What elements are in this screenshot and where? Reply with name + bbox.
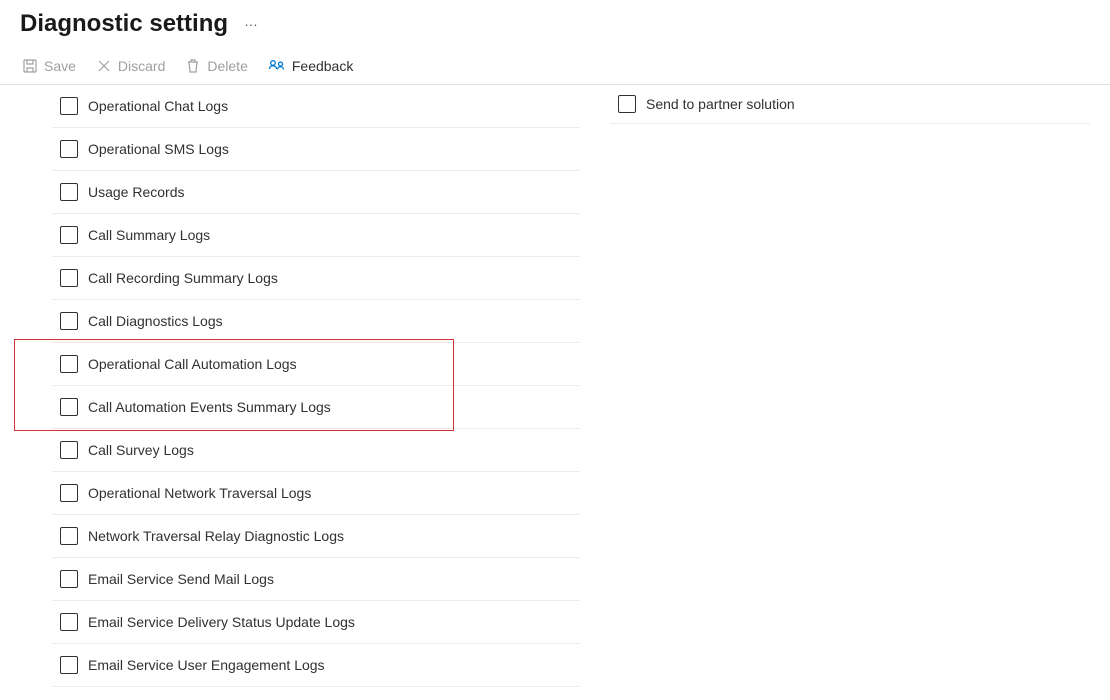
log-row: Usage Records — [52, 171, 580, 214]
destinations-list: Send to partner solution — [610, 85, 1090, 124]
feedback-icon — [268, 58, 286, 74]
page-title: Diagnostic setting — [20, 10, 228, 38]
log-row: Call Recording Summary Logs — [52, 257, 580, 300]
save-label: Save — [44, 58, 76, 74]
log-row: Network Traversal Relay Diagnostic Logs — [52, 515, 580, 558]
save-icon — [22, 58, 38, 74]
log-label: Call Summary Logs — [88, 227, 210, 243]
save-button[interactable]: Save — [20, 56, 78, 76]
log-checkbox[interactable] — [60, 355, 78, 373]
log-label: Email Service Delivery Status Update Log… — [88, 614, 355, 630]
log-checkbox[interactable] — [60, 269, 78, 287]
log-label: Call Diagnostics Logs — [88, 313, 223, 329]
log-checkbox[interactable] — [60, 613, 78, 631]
toolbar: Save Discard Delete Feedback — [0, 50, 1110, 85]
log-label: Call Survey Logs — [88, 442, 194, 458]
log-label: Operational SMS Logs — [88, 141, 229, 157]
delete-button[interactable]: Delete — [183, 56, 249, 76]
destination-row: Send to partner solution — [610, 85, 1090, 124]
log-label: Operational Chat Logs — [88, 98, 228, 114]
log-row: Email Service Delivery Status Update Log… — [52, 601, 580, 644]
log-checkbox[interactable] — [60, 441, 78, 459]
log-label: Call Automation Events Summary Logs — [88, 399, 331, 415]
log-label: Operational Network Traversal Logs — [88, 485, 311, 501]
log-row: Call Automation Events Summary Logs — [52, 386, 580, 429]
log-row: Call Survey Logs — [52, 429, 580, 472]
log-row: Email Service User Engagement Logs — [52, 644, 580, 687]
log-checkbox[interactable] — [60, 140, 78, 158]
log-row: Call Summary Logs — [52, 214, 580, 257]
log-row: Call Diagnostics Logs — [52, 300, 580, 343]
log-checkbox[interactable] — [60, 527, 78, 545]
logs-list: Operational Chat Logs Operational SMS Log… — [52, 85, 580, 687]
more-actions-icon[interactable]: … — [244, 13, 258, 29]
log-label: Email Service Send Mail Logs — [88, 571, 274, 587]
feedback-button[interactable]: Feedback — [266, 56, 355, 76]
log-checkbox[interactable] — [60, 312, 78, 330]
log-label: Operational Call Automation Logs — [88, 356, 297, 372]
logs-column: Operational Chat Logs Operational SMS Log… — [0, 85, 580, 687]
destinations-column: Send to partner solution — [580, 85, 1110, 687]
log-row: Email Service Send Mail Logs — [52, 558, 580, 601]
log-label: Call Recording Summary Logs — [88, 270, 278, 286]
delete-label: Delete — [207, 58, 247, 74]
log-checkbox[interactable] — [60, 398, 78, 416]
destination-checkbox[interactable] — [618, 95, 636, 113]
log-checkbox[interactable] — [60, 570, 78, 588]
log-checkbox[interactable] — [60, 484, 78, 502]
delete-icon — [185, 58, 201, 74]
log-row: Operational Network Traversal Logs — [52, 472, 580, 515]
page-header: Diagnostic setting … — [0, 0, 1110, 50]
discard-icon — [96, 58, 112, 74]
log-checkbox[interactable] — [60, 656, 78, 674]
discard-button[interactable]: Discard — [94, 56, 167, 76]
log-label: Network Traversal Relay Diagnostic Logs — [88, 528, 344, 544]
content: Operational Chat Logs Operational SMS Log… — [0, 85, 1110, 687]
destination-label: Send to partner solution — [646, 96, 795, 112]
feedback-label: Feedback — [292, 58, 353, 74]
log-row: Operational Call Automation Logs — [52, 343, 580, 386]
log-label: Email Service User Engagement Logs — [88, 657, 325, 673]
log-checkbox[interactable] — [60, 226, 78, 244]
log-row: Operational SMS Logs — [52, 128, 580, 171]
discard-label: Discard — [118, 58, 165, 74]
log-checkbox[interactable] — [60, 183, 78, 201]
log-checkbox[interactable] — [60, 97, 78, 115]
log-label: Usage Records — [88, 184, 185, 200]
log-row: Operational Chat Logs — [52, 85, 580, 128]
